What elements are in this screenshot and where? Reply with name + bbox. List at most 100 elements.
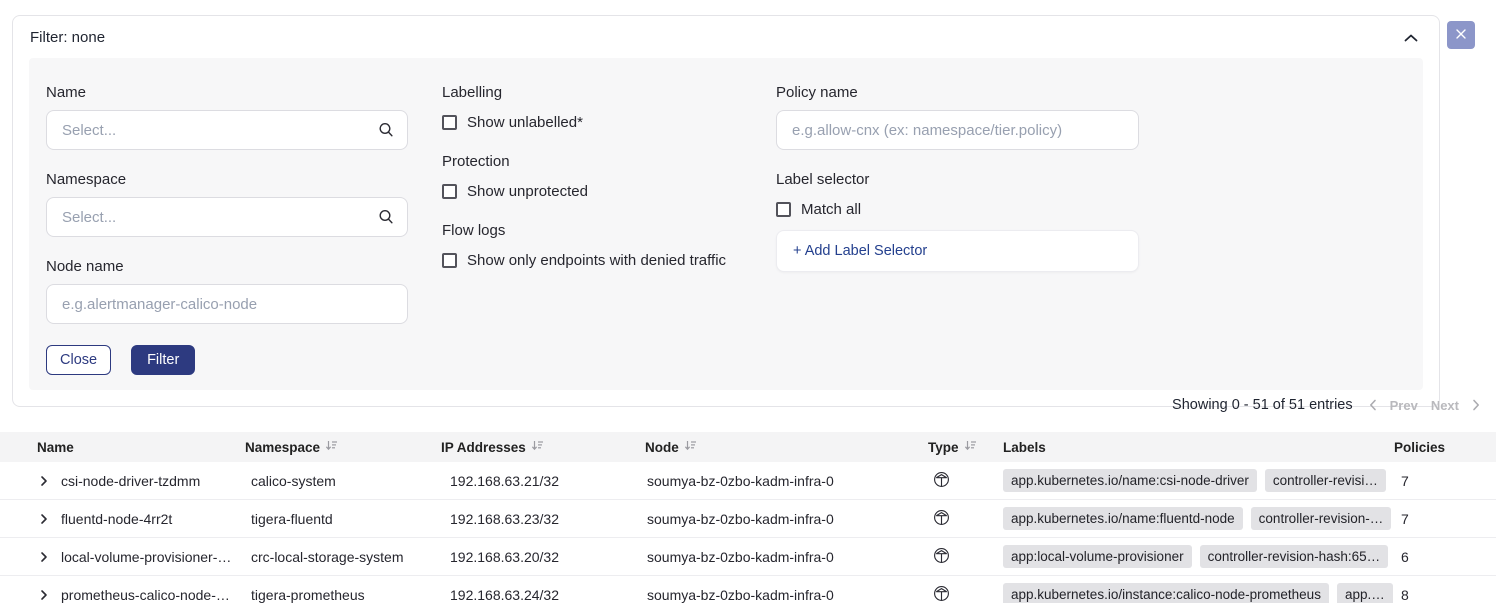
sort-icon xyxy=(531,439,544,455)
expand-row-icon[interactable] xyxy=(38,475,50,487)
pod-icon xyxy=(933,509,950,529)
endpoint-namespace: tigera-prometheus xyxy=(245,587,441,603)
table-header-row: Name Namespace IP Addresses Node Type La… xyxy=(0,432,1496,462)
label-pill: app.kubernetes.io/name:fluentd-node xyxy=(1003,507,1243,530)
flow-logs-heading: Flow logs xyxy=(442,222,742,239)
labelling-heading: Labelling xyxy=(442,84,742,101)
pod-icon xyxy=(933,585,950,603)
pod-icon xyxy=(933,471,950,491)
label-pill: app.… xyxy=(1337,583,1393,603)
protection-heading: Protection xyxy=(442,153,742,170)
checkbox-icon xyxy=(442,115,457,130)
endpoint-node: soumya-bz-0zbo-kadm-infra-0 xyxy=(645,511,928,527)
endpoint-namespace: tigera-fluentd xyxy=(245,511,441,527)
endpoint-node: soumya-bz-0zbo-kadm-infra-0 xyxy=(645,587,928,603)
filter-column-right: Policy name Label selector Match all + A… xyxy=(776,84,1139,272)
table-row[interactable]: fluentd-node-4rr2t tigera-fluentd 192.16… xyxy=(0,500,1496,538)
endpoint-ip: 192.168.63.24/32 xyxy=(441,587,645,603)
chevron-right-icon[interactable] xyxy=(1472,399,1480,411)
namespace-select-input[interactable] xyxy=(46,197,408,237)
label-pill: app.kubernetes.io/instance:calico-node-p… xyxy=(1003,583,1329,603)
table-row[interactable]: local-volume-provisioner-… crc-local-sto… xyxy=(0,538,1496,576)
close-button[interactable]: Close xyxy=(46,345,111,375)
filter-panel-title: Filter: none xyxy=(30,29,105,46)
close-panel-button[interactable] xyxy=(1447,21,1475,49)
column-header-policies: Policies xyxy=(1394,440,1496,455)
namespace-field-label: Namespace xyxy=(46,171,408,188)
column-header-label: Type xyxy=(928,440,959,455)
name-select-input[interactable] xyxy=(46,110,408,150)
label-pill: controller-revisi… xyxy=(1265,469,1386,492)
expand-row-icon[interactable] xyxy=(38,513,50,525)
show-unprotected-label: Show unprotected xyxy=(467,183,588,200)
showing-entries-text: Showing 0 - 51 of 51 entries xyxy=(1172,397,1353,413)
policies-count: 8 xyxy=(1394,587,1496,603)
label-pill: controller-revision-… xyxy=(1251,507,1392,530)
match-all-checkbox[interactable]: Match all xyxy=(776,201,1139,218)
endpoint-name: local-volume-provisioner-… xyxy=(61,549,231,565)
match-all-label: Match all xyxy=(801,201,861,218)
endpoint-node: soumya-bz-0zbo-kadm-infra-0 xyxy=(645,549,928,565)
denied-traffic-checkbox[interactable]: Show only endpoints with denied traffic xyxy=(442,252,742,269)
column-header-label: IP Addresses xyxy=(441,440,526,455)
column-header-labels: Labels xyxy=(1003,440,1394,455)
column-header-label: Node xyxy=(645,440,679,455)
column-header-label: Name xyxy=(37,440,74,455)
sort-icon xyxy=(325,439,338,455)
chevron-left-icon[interactable] xyxy=(1369,399,1377,411)
add-label-selector-button[interactable]: + Add Label Selector xyxy=(776,230,1139,272)
column-header-namespace[interactable]: Namespace xyxy=(245,439,441,455)
column-header-label: Labels xyxy=(1003,440,1046,455)
next-page-link[interactable]: Next xyxy=(1431,398,1459,413)
table-row[interactable]: prometheus-calico-node-… tigera-promethe… xyxy=(0,576,1496,603)
label-pill: app:local-volume-provisioner xyxy=(1003,545,1192,568)
chevron-up-icon xyxy=(1404,30,1418,45)
column-header-label: Namespace xyxy=(245,440,320,455)
policy-name-field-label: Policy name xyxy=(776,84,1139,101)
policies-count: 6 xyxy=(1394,549,1496,565)
column-header-ip-addresses[interactable]: IP Addresses xyxy=(441,439,645,455)
checkbox-icon xyxy=(442,253,457,268)
endpoint-namespace: crc-local-storage-system xyxy=(245,549,441,565)
close-icon xyxy=(1455,28,1467,43)
sort-icon xyxy=(964,439,977,455)
policies-count: 7 xyxy=(1394,511,1496,527)
column-header-node[interactable]: Node xyxy=(645,439,928,455)
node-name-input[interactable] xyxy=(46,284,408,324)
prev-page-link[interactable]: Prev xyxy=(1390,398,1418,413)
label-selector-heading: Label selector xyxy=(776,171,1139,188)
show-unprotected-checkbox[interactable]: Show unprotected xyxy=(442,183,742,200)
policy-name-input[interactable] xyxy=(776,110,1139,150)
policies-count: 7 xyxy=(1394,473,1496,489)
expand-row-icon[interactable] xyxy=(38,589,50,601)
filter-panel: Filter: none Name Namespace xyxy=(12,15,1440,407)
sort-icon xyxy=(684,439,697,455)
table-row[interactable]: csi-node-driver-tzdmm calico-system 192.… xyxy=(0,462,1496,500)
filter-column-left: Name Namespace Node name xyxy=(46,84,408,375)
endpoint-namespace: calico-system xyxy=(245,473,441,489)
endpoint-node: soumya-bz-0zbo-kadm-infra-0 xyxy=(645,473,928,489)
label-pill: app.kubernetes.io/name:csi-node-driver xyxy=(1003,469,1257,492)
show-unlabelled-label: Show unlabelled* xyxy=(467,114,583,131)
endpoint-name: fluentd-node-4rr2t xyxy=(61,511,172,527)
endpoints-table: Name Namespace IP Addresses Node Type La… xyxy=(0,432,1496,603)
filter-column-middle: Labelling Show unlabelled* Protection Sh… xyxy=(442,84,742,269)
show-unlabelled-checkbox[interactable]: Show unlabelled* xyxy=(442,114,742,131)
filter-button[interactable]: Filter xyxy=(131,345,195,375)
checkbox-icon xyxy=(776,202,791,217)
filter-form: Name Namespace Node name xyxy=(29,58,1423,390)
collapse-panel-button[interactable] xyxy=(1400,28,1422,47)
pod-icon xyxy=(933,547,950,567)
column-header-name: Name xyxy=(0,440,245,455)
node-name-field-label: Node name xyxy=(46,258,408,275)
endpoint-ip: 192.168.63.23/32 xyxy=(441,511,645,527)
pagination-bar: Showing 0 - 51 of 51 entries Prev Next xyxy=(1172,397,1480,413)
endpoint-ip: 192.168.63.20/32 xyxy=(441,549,645,565)
endpoint-name: csi-node-driver-tzdmm xyxy=(61,473,200,489)
checkbox-icon xyxy=(442,184,457,199)
endpoint-name: prometheus-calico-node-… xyxy=(61,587,230,603)
column-header-type[interactable]: Type xyxy=(928,439,1003,455)
column-header-label: Policies xyxy=(1394,440,1445,455)
expand-row-icon[interactable] xyxy=(38,551,50,563)
denied-traffic-label: Show only endpoints with denied traffic xyxy=(467,252,726,269)
